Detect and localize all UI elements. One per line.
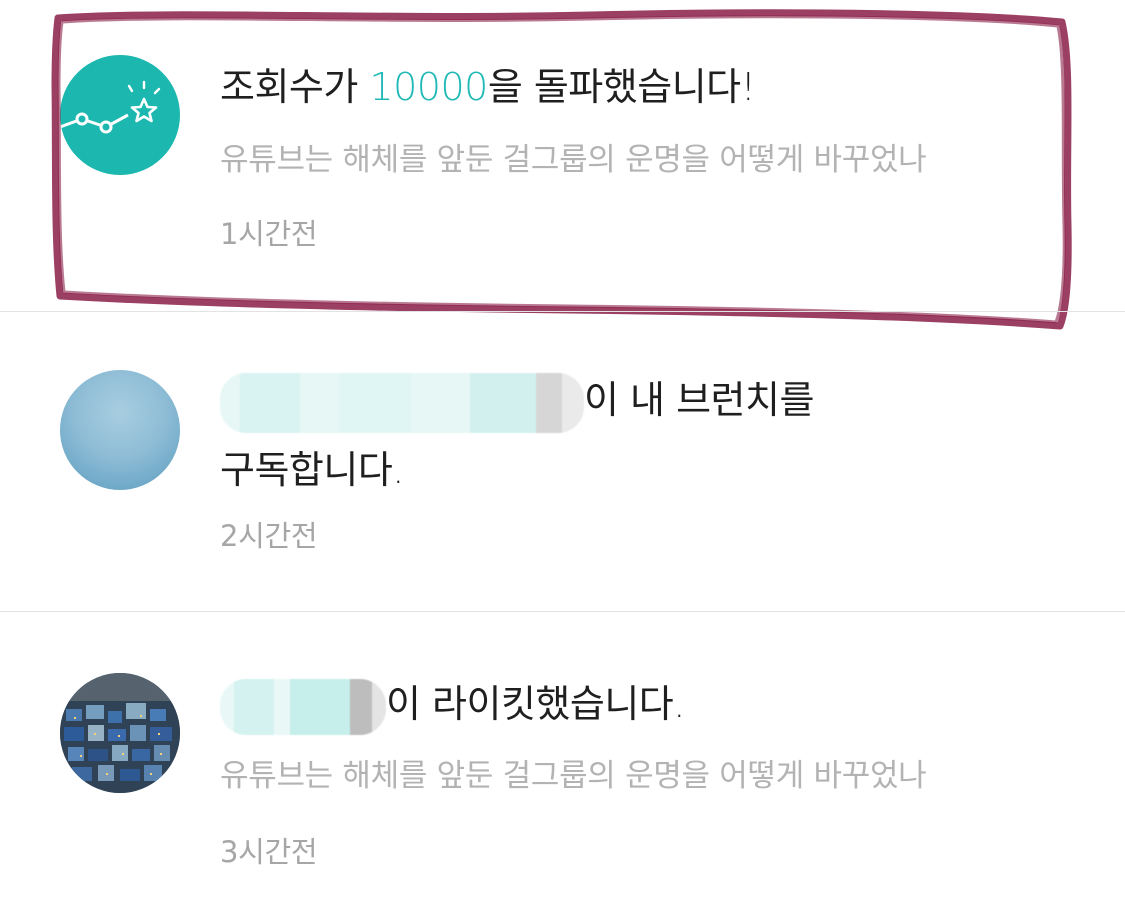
notification-item-milestone[interactable]: 조회수가 10000을 돌파했습니다! 유튜브는 해체를 앞둔 걸그룹의 운명을… xyxy=(0,0,1125,310)
notification-title: 조회수가 10000을 돌파했습니다! xyxy=(220,55,756,119)
notification-time: 2시간전 xyxy=(220,519,318,553)
redacted-username xyxy=(220,678,386,735)
redacted-username xyxy=(220,372,584,433)
notification-article-title[interactable]: 유튜브는 해체를 앞둔 걸그룹의 운명을 어떻게 바꾸었나 xyxy=(220,756,927,796)
notification-time: 3시간전 xyxy=(220,835,318,869)
user-avatar[interactable] xyxy=(60,370,180,490)
notification-article-title[interactable]: 유튜브는 해체를 앞둔 걸그룹의 운명을 어떻게 바꾸었나 xyxy=(220,140,927,180)
user-avatar[interactable] xyxy=(60,673,180,793)
notification-item-subscribe[interactable]: 이 내 브런치를 구독합니다. 2시간전 xyxy=(0,312,1125,612)
title-suffix: 이 라이킷했습니다. xyxy=(386,682,685,726)
title-suffix: 을 돌파했습니다! xyxy=(487,65,756,109)
notification-item-like[interactable]: 이 라이킷했습니다. 유튜브는 해체를 앞둔 걸그룹의 운명을 어떻게 바꾸었나… xyxy=(0,612,1125,922)
title-prefix: 조회수가 xyxy=(220,65,370,109)
chart-star-icon xyxy=(60,55,180,175)
view-count: 10000 xyxy=(369,65,488,109)
title-suffix: 이 내 브런치를 xyxy=(584,378,814,422)
notification-title: 이 라이킷했습니다. xyxy=(220,672,685,736)
notification-title: 이 내 브런치를 xyxy=(220,368,814,433)
notification-title-line2: 구독합니다. xyxy=(220,448,404,492)
notification-time: 1시간전 xyxy=(220,217,318,251)
